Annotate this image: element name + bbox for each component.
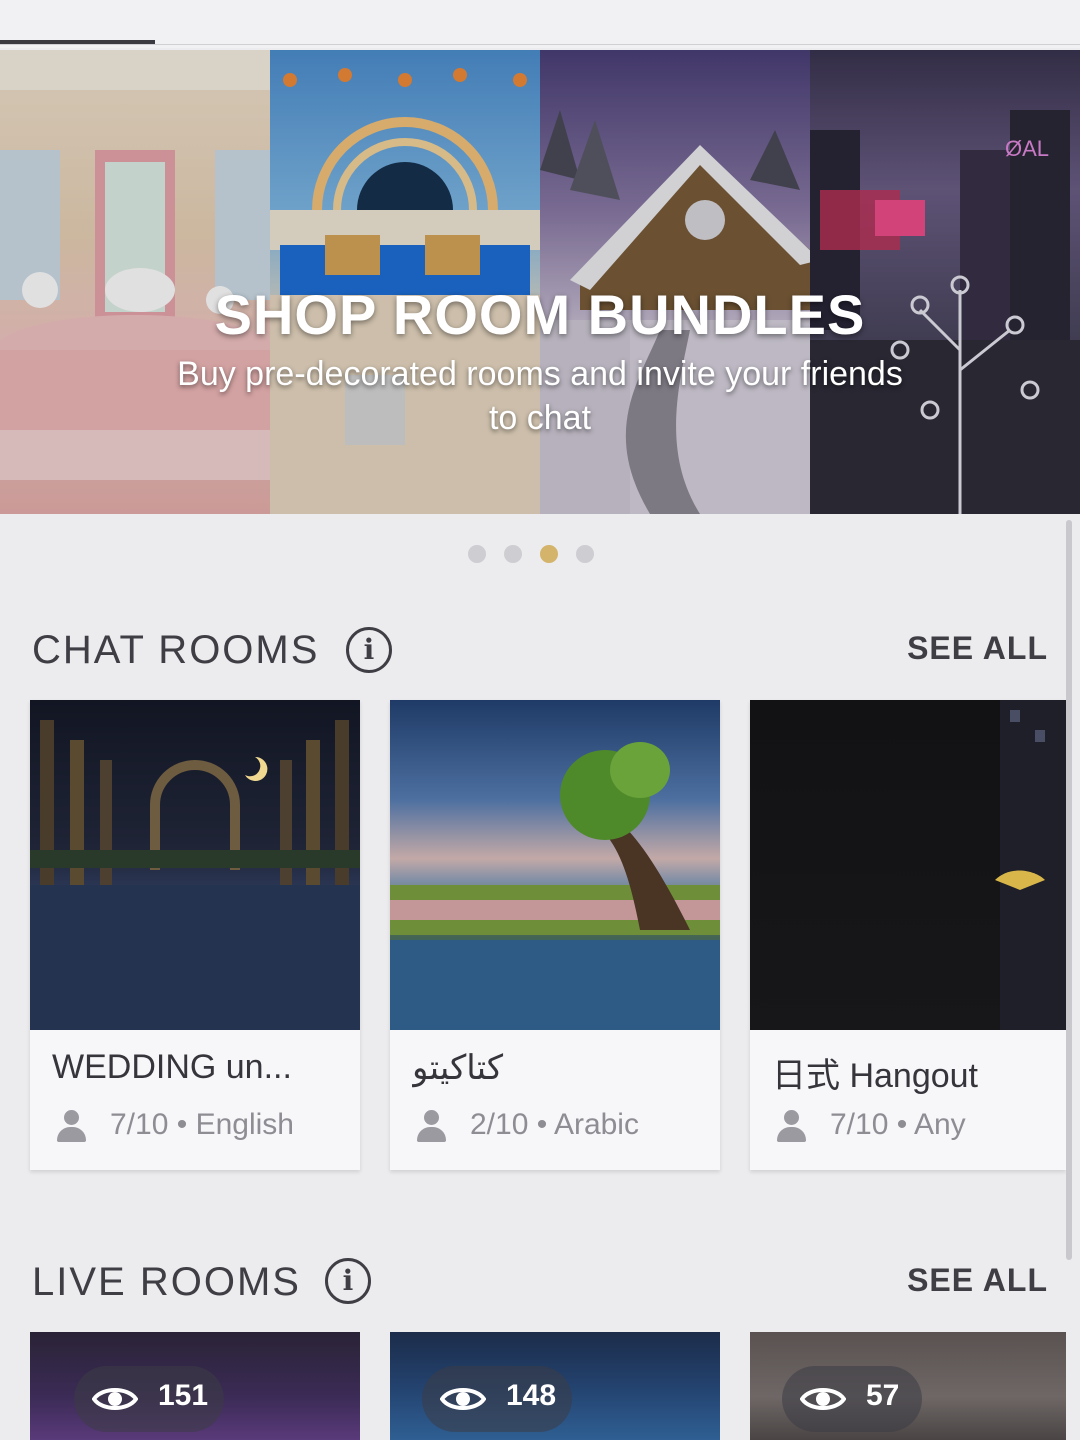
banner-title: SHOP ROOM BUNDLES [214, 283, 866, 346]
top-bar [0, 0, 1080, 48]
live-rooms-title: LIVE ROOMS [32, 1260, 301, 1304]
banner-subtitle: Buy pre-decorated rooms and invite your … [177, 355, 903, 437]
chat-room-occupancy-language: 7/10 • English [110, 1108, 294, 1141]
carousel-dot[interactable] [576, 545, 594, 563]
carousel-dot[interactable] [468, 545, 486, 563]
scrollbar[interactable] [1066, 520, 1072, 1260]
carousel-dot-active[interactable] [540, 545, 558, 563]
chat-room-thumbnail [390, 700, 720, 1030]
live-room-card[interactable]: 151 [30, 1332, 360, 1440]
top-bar-divider [0, 44, 1080, 45]
eye-icon [800, 1388, 846, 1410]
room-bundles-banner[interactable]: ØAL SHOP ROOM BUNDLES Buy pre-decorated … [0, 50, 1080, 514]
chat-room-occupancy-language: 2/10 • Arabic [470, 1108, 639, 1141]
carousel-dot[interactable] [504, 545, 522, 563]
person-icon [416, 1110, 446, 1144]
eye-icon [440, 1388, 486, 1410]
info-icon[interactable]: i [346, 627, 392, 673]
chat-rooms-see-all-button[interactable]: SEE ALL [907, 630, 1048, 667]
chat-rooms-title: CHAT ROOMS [32, 628, 320, 672]
chat-room-name: كتاكيتو [412, 1049, 504, 1087]
viewer-count-badge: 151 [74, 1366, 224, 1432]
live-room-card[interactable]: 57 [750, 1332, 1066, 1440]
chat-room-name: WEDDING un... [52, 1048, 292, 1086]
chat-room-thumbnail [750, 700, 1066, 1030]
chat-room-thumbnail [30, 700, 360, 1030]
live-room-card[interactable]: 148 [390, 1332, 720, 1440]
viewer-count-badge: 148 [422, 1366, 572, 1432]
viewer-count-badge: 57 [782, 1366, 922, 1432]
eye-icon [92, 1388, 138, 1410]
viewer-count: 151 [158, 1379, 209, 1412]
chat-room-card[interactable]: WEDDING un... 7/10 • English [30, 700, 360, 1170]
chat-room-card[interactable]: 日式 Hangout 7/10 • Any [750, 700, 1066, 1170]
viewer-count: 57 [866, 1379, 900, 1412]
chat-room-name: 日式 Hangout [772, 1057, 978, 1095]
person-icon [776, 1110, 806, 1144]
person-icon [56, 1110, 86, 1144]
chat-room-card[interactable]: كتاكيتو 2/10 • Arabic [390, 700, 720, 1170]
chat-room-occupancy-language: 7/10 • Any [830, 1108, 966, 1141]
live-rooms-see-all-button[interactable]: SEE ALL [907, 1262, 1048, 1299]
carousel-dots [468, 545, 598, 563]
info-icon[interactable]: i [325, 1258, 371, 1304]
viewer-count: 148 [506, 1379, 557, 1412]
